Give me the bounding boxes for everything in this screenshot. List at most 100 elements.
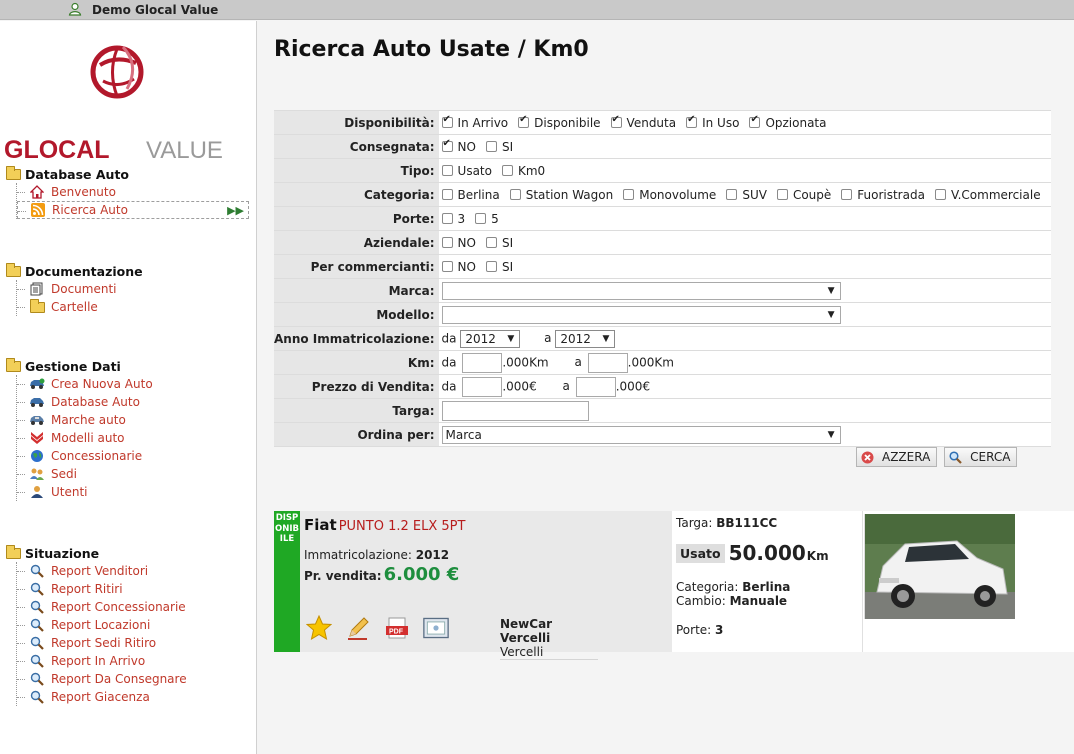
sidebar-item-database-auto[interactable]: Database Auto — [17, 393, 153, 411]
consegnata-checkbox[interactable] — [441, 138, 453, 152]
car-photo[interactable] — [864, 514, 1015, 619]
option-label: In Uso — [702, 115, 740, 130]
sidebar-item-report-da-consegnare[interactable]: Report Da Consegnare — [17, 670, 187, 688]
sidebar-item-crea-nuova-auto[interactable]: Crea Nuova Auto — [17, 375, 153, 393]
targa-input[interactable] — [441, 400, 589, 421]
folder-icon — [6, 165, 21, 180]
sidebar-item-report-giacenza[interactable]: Report Giacenza — [17, 688, 187, 706]
sidebar-item-concessionarie[interactable]: Concessionarie — [17, 447, 153, 465]
anno-from-select[interactable]: 2012 ▼ — [460, 329, 521, 348]
option-categoria-coupe[interactable]: Coupè — [776, 188, 831, 202]
option-tipo-usato[interactable]: Usato — [441, 163, 492, 178]
option-consegnata-no[interactable]: NO — [441, 138, 476, 154]
sidebar-item-report-locazioni[interactable]: Report Locazioni — [17, 616, 187, 634]
azzera-button[interactable]: AZZERA — [856, 447, 938, 467]
sidebar-item-benvenuto[interactable]: Benvenuto — [17, 183, 249, 201]
option-porte-5[interactable]: 5 — [475, 212, 499, 226]
prezzo-to-input[interactable] — [575, 376, 616, 397]
option-categoria-suv[interactable]: SUV — [726, 188, 767, 202]
option-commercianti-no[interactable]: NO — [441, 260, 476, 274]
categoria-checkbox[interactable] — [726, 188, 738, 200]
sidebar-section-header[interactable]: Database Auto — [6, 165, 249, 183]
option-commercianti-si[interactable]: SI — [485, 260, 513, 274]
prezzo-from-input[interactable] — [462, 376, 503, 397]
option-categoria-station-wagon[interactable]: Station Wagon — [509, 188, 613, 202]
immatricolazione: Immatricolazione: 2012 — [304, 548, 450, 562]
categoria-checkbox[interactable] — [776, 188, 788, 200]
current-user-name[interactable]: Demo Glocal Value — [92, 3, 218, 17]
sidebar-item-marche-auto[interactable]: Marche auto — [17, 411, 153, 429]
disponibilita-checkbox[interactable] — [749, 114, 761, 128]
disponibilita-checkbox[interactable] — [518, 114, 530, 128]
sidebar-item-ricerca-auto[interactable]: Ricerca Auto ▶▶ — [17, 201, 249, 219]
disponibilita-checkbox[interactable] — [610, 114, 622, 128]
sidebar-item-report-sedi-ritiro[interactable]: Report Sedi Ritiro — [17, 634, 187, 652]
option-tipo-km0[interactable]: Km0 — [501, 164, 545, 178]
sidebar-item-report-in-arrivo[interactable]: Report In Arrivo — [17, 652, 187, 670]
cerca-button[interactable]: CERCA — [944, 447, 1018, 467]
form-row-commercianti: Per commercianti: NO SI — [274, 254, 1051, 279]
sidebar-item-utenti[interactable]: Utenti — [17, 483, 153, 501]
sidebar-item-sedi[interactable]: Sedi — [17, 465, 153, 483]
commercianti-checkbox[interactable] — [441, 260, 453, 272]
km-from-input[interactable] — [462, 352, 503, 373]
categoria-checkbox[interactable] — [441, 188, 453, 200]
option-disponibilita-in-arrivo[interactable]: In Arrivo — [441, 114, 508, 130]
sidebar-item-modelli-auto[interactable]: Modelli auto — [17, 429, 153, 447]
star-icon[interactable] — [306, 615, 332, 641]
ordina-select[interactable]: Marca ▼ — [441, 425, 841, 444]
option-disponibilita-venduta[interactable]: Venduta — [610, 114, 676, 130]
consegnata-checkbox[interactable] — [485, 140, 497, 152]
option-label: NO — [457, 235, 476, 250]
pdf-icon[interactable]: PDF — [384, 615, 410, 641]
option-categoria-v-commerciale[interactable]: V.Commerciale — [934, 188, 1041, 202]
form-row-prezzo: Prezzo di Vendita: da .000€ a .000€ — [274, 374, 1051, 399]
porte-checkbox[interactable] — [475, 212, 487, 224]
option-disponibilita-disponibile[interactable]: Disponibile — [518, 114, 601, 130]
car-title[interactable]: Fiat PUNTO 1.2 ELX 5PT — [304, 516, 465, 534]
disponibilita-checkbox[interactable] — [441, 114, 453, 128]
modello-select[interactable]: ▼ — [441, 305, 841, 324]
option-aziendale-no[interactable]: NO — [441, 235, 476, 250]
dropdown-arrow-icon: ▼ — [602, 333, 610, 344]
sidebar-section-gestione-dati: Gestione Dati Crea Nuova Auto Database A… — [6, 357, 153, 501]
option-porte-3[interactable]: 3 — [441, 212, 465, 226]
magnifier-icon — [29, 599, 45, 615]
aziendale-checkbox[interactable] — [441, 236, 453, 248]
categoria-checkbox[interactable] — [623, 188, 635, 200]
porte-info: Porte: 3 — [676, 623, 724, 637]
sidebar-section-header[interactable]: Gestione Dati — [6, 357, 153, 375]
option-categoria-fuoristrada[interactable]: Fuoristrada — [841, 188, 925, 202]
categoria-checkbox[interactable] — [841, 188, 853, 200]
categoria-checkbox[interactable] — [934, 188, 946, 200]
sidebar-item-report-concessionarie[interactable]: Report Concessionarie — [17, 598, 187, 616]
option-disponibilita-in-uso[interactable]: In Uso — [686, 114, 740, 130]
option-consegnata-si[interactable]: SI — [485, 140, 513, 154]
tipo-checkbox[interactable] — [501, 164, 513, 176]
disponibilita-checkbox[interactable] — [686, 114, 698, 128]
documents-icon — [29, 281, 45, 297]
aziendale-checkbox[interactable] — [485, 236, 497, 248]
commercianti-checkbox[interactable] — [485, 260, 497, 272]
dealer-info[interactable]: NewCar Vercelli Vercelli — [500, 617, 598, 660]
sidebar-section-header[interactable]: Situazione — [6, 544, 187, 562]
option-disponibilita-opzionata[interactable]: Opzionata — [749, 114, 827, 130]
option-label: Usato — [457, 163, 492, 178]
option-aziendale-si[interactable]: SI — [485, 236, 513, 250]
edit-pencil-icon[interactable] — [345, 615, 371, 641]
sidebar-item-report-ritiri[interactable]: Report Ritiri — [17, 580, 187, 598]
tipo-checkbox[interactable] — [441, 164, 453, 176]
km-to-input[interactable] — [587, 352, 628, 373]
option-categoria-monovolume[interactable]: Monovolume — [623, 188, 716, 202]
certificate-icon[interactable] — [423, 615, 449, 641]
marca-select[interactable]: ▼ — [441, 281, 841, 300]
sidebar-item-report-venditori[interactable]: Report Venditori — [17, 562, 187, 580]
porte-checkbox[interactable] — [441, 212, 453, 224]
option-categoria-berlina[interactable]: Berlina — [441, 188, 500, 202]
anno-to-select[interactable]: 2012 ▼ — [555, 329, 616, 348]
sidebar-item-documenti[interactable]: Documenti — [17, 280, 143, 298]
people-icon — [29, 466, 45, 482]
sidebar-section-header[interactable]: Documentazione — [6, 262, 143, 280]
sidebar-item-cartelle[interactable]: Cartelle — [17, 298, 143, 316]
categoria-checkbox[interactable] — [509, 188, 521, 200]
